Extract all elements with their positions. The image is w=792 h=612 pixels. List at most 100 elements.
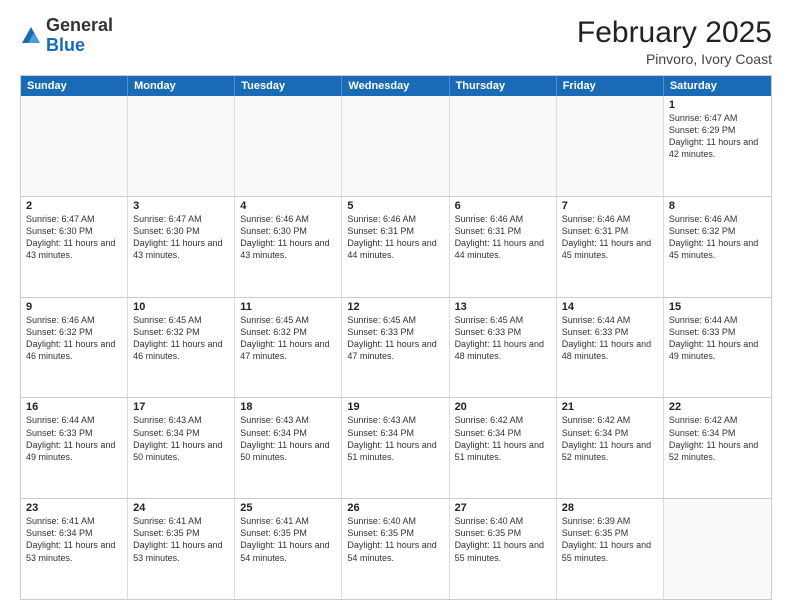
- day-number: 22: [669, 401, 766, 413]
- day-info: Sunrise: 6:46 AM Sunset: 6:32 PM Dayligh…: [26, 314, 122, 363]
- cal-cell-day-15: 15Sunrise: 6:44 AM Sunset: 6:33 PM Dayli…: [664, 298, 771, 398]
- cal-week-1: 1Sunrise: 6:47 AM Sunset: 6:29 PM Daylig…: [21, 96, 771, 196]
- day-number: 15: [669, 301, 766, 313]
- cal-cell-day-12: 12Sunrise: 6:45 AM Sunset: 6:33 PM Dayli…: [342, 298, 449, 398]
- day-info: Sunrise: 6:44 AM Sunset: 6:33 PM Dayligh…: [562, 314, 658, 363]
- cal-week-4: 16Sunrise: 6:44 AM Sunset: 6:33 PM Dayli…: [21, 397, 771, 498]
- cal-week-3: 9Sunrise: 6:46 AM Sunset: 6:32 PM Daylig…: [21, 297, 771, 398]
- day-number: 8: [669, 200, 766, 212]
- day-info: Sunrise: 6:43 AM Sunset: 6:34 PM Dayligh…: [347, 414, 443, 463]
- day-number: 3: [133, 200, 229, 212]
- cal-header-saturday: Saturday: [664, 76, 771, 96]
- cal-week-2: 2Sunrise: 6:47 AM Sunset: 6:30 PM Daylig…: [21, 196, 771, 297]
- cal-week-5: 23Sunrise: 6:41 AM Sunset: 6:34 PM Dayli…: [21, 498, 771, 599]
- cal-header-sunday: Sunday: [21, 76, 128, 96]
- day-info: Sunrise: 6:47 AM Sunset: 6:30 PM Dayligh…: [26, 213, 122, 262]
- cal-cell-day-25: 25Sunrise: 6:41 AM Sunset: 6:35 PM Dayli…: [235, 499, 342, 599]
- cal-cell-empty: [128, 96, 235, 196]
- cal-cell-day-13: 13Sunrise: 6:45 AM Sunset: 6:33 PM Dayli…: [450, 298, 557, 398]
- day-info: Sunrise: 6:41 AM Sunset: 6:35 PM Dayligh…: [240, 515, 336, 564]
- day-number: 24: [133, 502, 229, 514]
- day-number: 25: [240, 502, 336, 514]
- cal-header-thursday: Thursday: [450, 76, 557, 96]
- cal-cell-day-1: 1Sunrise: 6:47 AM Sunset: 6:29 PM Daylig…: [664, 96, 771, 196]
- day-number: 19: [347, 401, 443, 413]
- day-info: Sunrise: 6:42 AM Sunset: 6:34 PM Dayligh…: [455, 414, 551, 463]
- day-info: Sunrise: 6:43 AM Sunset: 6:34 PM Dayligh…: [240, 414, 336, 463]
- day-info: Sunrise: 6:42 AM Sunset: 6:34 PM Dayligh…: [669, 414, 766, 463]
- cal-cell-day-21: 21Sunrise: 6:42 AM Sunset: 6:34 PM Dayli…: [557, 398, 664, 498]
- day-number: 27: [455, 502, 551, 514]
- cal-cell-day-5: 5Sunrise: 6:46 AM Sunset: 6:31 PM Daylig…: [342, 197, 449, 297]
- cal-header-tuesday: Tuesday: [235, 76, 342, 96]
- page: General Blue February 2025 Pinvoro, Ivor…: [0, 0, 792, 612]
- day-number: 6: [455, 200, 551, 212]
- day-info: Sunrise: 6:45 AM Sunset: 6:32 PM Dayligh…: [240, 314, 336, 363]
- cal-cell-day-18: 18Sunrise: 6:43 AM Sunset: 6:34 PM Dayli…: [235, 398, 342, 498]
- cal-cell-empty: [235, 96, 342, 196]
- cal-cell-empty: [664, 499, 771, 599]
- cal-header-friday: Friday: [557, 76, 664, 96]
- day-info: Sunrise: 6:41 AM Sunset: 6:34 PM Dayligh…: [26, 515, 122, 564]
- month-year: February 2025: [577, 16, 772, 49]
- day-info: Sunrise: 6:44 AM Sunset: 6:33 PM Dayligh…: [26, 414, 122, 463]
- cal-cell-day-8: 8Sunrise: 6:46 AM Sunset: 6:32 PM Daylig…: [664, 197, 771, 297]
- day-number: 21: [562, 401, 658, 413]
- cal-cell-day-28: 28Sunrise: 6:39 AM Sunset: 6:35 PM Dayli…: [557, 499, 664, 599]
- day-info: Sunrise: 6:45 AM Sunset: 6:32 PM Dayligh…: [133, 314, 229, 363]
- day-info: Sunrise: 6:45 AM Sunset: 6:33 PM Dayligh…: [347, 314, 443, 363]
- day-info: Sunrise: 6:47 AM Sunset: 6:29 PM Dayligh…: [669, 112, 766, 161]
- cal-cell-day-9: 9Sunrise: 6:46 AM Sunset: 6:32 PM Daylig…: [21, 298, 128, 398]
- day-number: 18: [240, 401, 336, 413]
- day-number: 10: [133, 301, 229, 313]
- day-info: Sunrise: 6:44 AM Sunset: 6:33 PM Dayligh…: [669, 314, 766, 363]
- cal-cell-day-11: 11Sunrise: 6:45 AM Sunset: 6:32 PM Dayli…: [235, 298, 342, 398]
- calendar-header-row: SundayMondayTuesdayWednesdayThursdayFrid…: [21, 76, 771, 96]
- day-info: Sunrise: 6:40 AM Sunset: 6:35 PM Dayligh…: [347, 515, 443, 564]
- day-info: Sunrise: 6:46 AM Sunset: 6:32 PM Dayligh…: [669, 213, 766, 262]
- day-number: 14: [562, 301, 658, 313]
- cal-cell-day-14: 14Sunrise: 6:44 AM Sunset: 6:33 PM Dayli…: [557, 298, 664, 398]
- calendar: SundayMondayTuesdayWednesdayThursdayFrid…: [20, 75, 772, 600]
- cal-cell-day-22: 22Sunrise: 6:42 AM Sunset: 6:34 PM Dayli…: [664, 398, 771, 498]
- day-number: 20: [455, 401, 551, 413]
- day-info: Sunrise: 6:40 AM Sunset: 6:35 PM Dayligh…: [455, 515, 551, 564]
- day-number: 13: [455, 301, 551, 313]
- day-number: 7: [562, 200, 658, 212]
- cal-cell-day-4: 4Sunrise: 6:46 AM Sunset: 6:30 PM Daylig…: [235, 197, 342, 297]
- cal-header-monday: Monday: [128, 76, 235, 96]
- day-info: Sunrise: 6:41 AM Sunset: 6:35 PM Dayligh…: [133, 515, 229, 564]
- cal-cell-empty: [342, 96, 449, 196]
- cal-cell-day-2: 2Sunrise: 6:47 AM Sunset: 6:30 PM Daylig…: [21, 197, 128, 297]
- day-info: Sunrise: 6:45 AM Sunset: 6:33 PM Dayligh…: [455, 314, 551, 363]
- day-info: Sunrise: 6:46 AM Sunset: 6:31 PM Dayligh…: [347, 213, 443, 262]
- cal-cell-empty: [450, 96, 557, 196]
- day-info: Sunrise: 6:43 AM Sunset: 6:34 PM Dayligh…: [133, 414, 229, 463]
- day-info: Sunrise: 6:47 AM Sunset: 6:30 PM Dayligh…: [133, 213, 229, 262]
- cal-cell-day-27: 27Sunrise: 6:40 AM Sunset: 6:35 PM Dayli…: [450, 499, 557, 599]
- cal-cell-day-16: 16Sunrise: 6:44 AM Sunset: 6:33 PM Dayli…: [21, 398, 128, 498]
- cal-cell-empty: [557, 96, 664, 196]
- cal-cell-day-20: 20Sunrise: 6:42 AM Sunset: 6:34 PM Dayli…: [450, 398, 557, 498]
- day-number: 1: [669, 99, 766, 111]
- cal-cell-day-10: 10Sunrise: 6:45 AM Sunset: 6:32 PM Dayli…: [128, 298, 235, 398]
- day-info: Sunrise: 6:46 AM Sunset: 6:31 PM Dayligh…: [562, 213, 658, 262]
- day-info: Sunrise: 6:46 AM Sunset: 6:30 PM Dayligh…: [240, 213, 336, 262]
- day-number: 23: [26, 502, 122, 514]
- cal-cell-day-19: 19Sunrise: 6:43 AM Sunset: 6:34 PM Dayli…: [342, 398, 449, 498]
- day-number: 5: [347, 200, 443, 212]
- logo-text: General Blue: [46, 16, 113, 56]
- day-number: 11: [240, 301, 336, 313]
- day-info: Sunrise: 6:42 AM Sunset: 6:34 PM Dayligh…: [562, 414, 658, 463]
- day-number: 26: [347, 502, 443, 514]
- day-number: 9: [26, 301, 122, 313]
- cal-cell-day-26: 26Sunrise: 6:40 AM Sunset: 6:35 PM Dayli…: [342, 499, 449, 599]
- cal-cell-day-7: 7Sunrise: 6:46 AM Sunset: 6:31 PM Daylig…: [557, 197, 664, 297]
- location: Pinvoro, Ivory Coast: [577, 51, 772, 67]
- day-info: Sunrise: 6:46 AM Sunset: 6:31 PM Dayligh…: [455, 213, 551, 262]
- cal-cell-day-24: 24Sunrise: 6:41 AM Sunset: 6:35 PM Dayli…: [128, 499, 235, 599]
- day-number: 12: [347, 301, 443, 313]
- cal-header-wednesday: Wednesday: [342, 76, 449, 96]
- cal-cell-empty: [21, 96, 128, 196]
- cal-cell-day-17: 17Sunrise: 6:43 AM Sunset: 6:34 PM Dayli…: [128, 398, 235, 498]
